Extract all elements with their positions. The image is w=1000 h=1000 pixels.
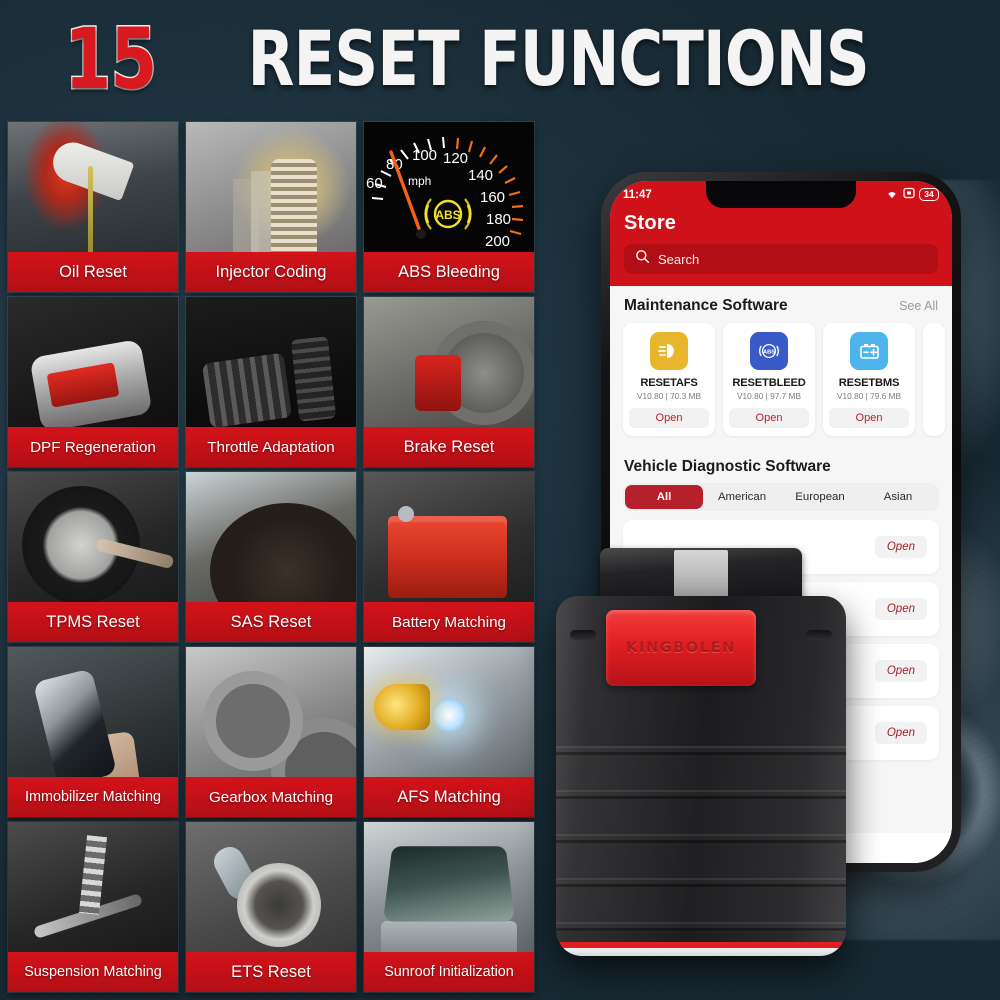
vehicle-open-button[interactable]: Open (874, 536, 927, 558)
function-tile-label: ABS Bleeding (364, 252, 534, 292)
app-card-resetafs[interactable]: RESETAFS V10.80 | 70.3 MB Open (623, 323, 715, 436)
function-tile-gearbox-matching[interactable]: Gearbox Matching (186, 647, 356, 817)
app-bar: Store Search (610, 208, 952, 286)
function-tile-injector-coding[interactable]: Injector Coding (186, 122, 356, 292)
function-tile-label: Suspension Matching (8, 952, 178, 992)
phone-notch (706, 181, 856, 208)
obd2-scanner-dongle: KINGBOLEN (556, 548, 846, 956)
wifi-icon (885, 188, 899, 202)
dongle-faceplate: KINGBOLEN (606, 610, 756, 686)
function-tile-dpf-regeneration[interactable]: DPF Regeneration (8, 297, 178, 467)
page-heading: Store (624, 212, 677, 234)
app-card-resetbms[interactable]: RESETBMS V10.80 | 79.6 MB Open (823, 323, 915, 436)
search-placeholder: Search (658, 251, 700, 267)
battery-indicator: 34 (919, 188, 939, 201)
app-meta: V10.80 | 97.7 MB (737, 391, 801, 401)
function-tile-label: Battery Matching (364, 602, 534, 642)
svg-text:140: 140 (468, 167, 493, 184)
function-tile-label: TPMS Reset (8, 602, 178, 642)
svg-text:ABS: ABS (763, 349, 775, 355)
maintenance-app-list: RESETAFS V10.80 | 70.3 MB Open ABS RESET… (610, 323, 952, 447)
function-tile-label: Brake Reset (364, 427, 534, 467)
page-title-text: RESET FUNCTIONS (247, 14, 870, 103)
maintenance-section-header: Maintenance Software See All (610, 286, 952, 323)
app-open-button[interactable]: Open (629, 408, 709, 428)
function-tile-afs-matching[interactable]: AFS Matching (364, 647, 534, 817)
dongle-base-trim (560, 942, 842, 956)
svg-text:ABS: ABS (435, 208, 460, 222)
function-tile-oil-reset[interactable]: Oil Reset (8, 122, 178, 292)
function-tile-throttle-adaptation[interactable]: Throttle Adaptation (186, 297, 356, 467)
app-open-button[interactable]: Open (829, 408, 909, 428)
tab-european[interactable]: European (781, 485, 859, 509)
function-tile-label: DPF Regeneration (8, 427, 178, 467)
function-tile-label: AFS Matching (364, 777, 534, 817)
function-tile-label: Immobilizer Matching (8, 777, 178, 817)
vehicle-open-button[interactable]: Open (874, 660, 927, 682)
dongle-ribbed-texture (556, 746, 846, 932)
tab-asian[interactable]: Asian (859, 485, 937, 509)
page-title-number: 15 (64, 10, 159, 108)
function-tile-ets-reset[interactable]: ETS Reset (186, 822, 356, 992)
vehicle-section-title: Vehicle Diagnostic Software (624, 458, 831, 475)
dongle-connector-pin-block (674, 550, 728, 598)
app-card-resetbleed[interactable]: ABS RESETBLEED V10.80 | 97.7 MB Open (723, 323, 815, 436)
vehicle-open-button[interactable]: Open (874, 722, 927, 744)
abs-icon: ABS (750, 332, 788, 370)
function-tile-label: Injector Coding (186, 252, 356, 292)
function-tile-suspension-matching[interactable]: Suspension Matching (8, 822, 178, 992)
maintenance-section-title: Maintenance Software (624, 297, 788, 314)
function-tile-brake-reset[interactable]: Brake Reset (364, 297, 534, 467)
vehicle-open-button[interactable]: Open (874, 598, 927, 620)
app-name: RESETBMS (838, 377, 900, 389)
see-all-link[interactable]: See All (899, 299, 938, 313)
status-bar-time: 11:47 (623, 188, 652, 201)
search-icon (635, 249, 650, 269)
function-tile-sas-reset[interactable]: SAS Reset (186, 472, 356, 642)
function-tile-battery-matching[interactable]: Battery Matching (364, 472, 534, 642)
app-meta: V10.80 | 79.6 MB (837, 391, 901, 401)
svg-text:160: 160 (480, 189, 505, 206)
vehicle-filter-tabs: All American European Asian (623, 483, 939, 511)
function-tile-tpms-reset[interactable]: TPMS Reset (8, 472, 178, 642)
search-input[interactable]: Search (624, 244, 938, 274)
svg-text:60: 60 (366, 175, 383, 192)
function-tile-label: ETS Reset (186, 952, 356, 992)
function-tile-immobilizer-matching[interactable]: 278 km Immobilizer Matching (8, 647, 178, 817)
tab-american[interactable]: American (703, 485, 781, 509)
tab-all[interactable]: All (625, 485, 703, 509)
function-tile-label: SAS Reset (186, 602, 356, 642)
screen-cast-icon (903, 187, 915, 202)
key-fob-range-label: 278 km (58, 723, 90, 741)
function-tile-label: Throttle Adaptation (186, 427, 356, 467)
dongle-brand-label: KINGBOLEN (626, 640, 736, 656)
function-tile-label: Oil Reset (8, 252, 178, 292)
svg-text:mph: mph (408, 174, 431, 188)
svg-text:180: 180 (486, 211, 511, 228)
dongle-body: KINGBOLEN (556, 596, 846, 956)
svg-text:200: 200 (485, 233, 510, 250)
svg-text:120: 120 (443, 150, 468, 167)
app-name: RESETBLEED (732, 377, 806, 389)
dongle-side-notch-right (806, 630, 832, 640)
dongle-side-notch-left (570, 630, 596, 640)
function-tile-label: Sunroof Initialization (364, 952, 534, 992)
function-tile-label: Gearbox Matching (186, 777, 356, 817)
app-card-next-partial[interactable] (923, 323, 945, 436)
svg-text:100: 100 (412, 147, 437, 164)
app-open-button[interactable]: Open (729, 408, 809, 428)
battery-icon (850, 332, 888, 370)
function-tile-sunroof-initialization[interactable]: Sunroof Initialization (364, 822, 534, 992)
vehicle-section-header: Vehicle Diagnostic Software (610, 447, 952, 483)
page-title: 15 RESET FUNCTIONS (0, 10, 1000, 108)
function-tile-abs-bleeding[interactable]: 60 80 100 120 140 160 180 200 mph (364, 122, 534, 292)
app-name: RESETAFS (640, 377, 698, 389)
headlight-icon (650, 332, 688, 370)
app-meta: V10.80 | 70.3 MB (637, 391, 701, 401)
